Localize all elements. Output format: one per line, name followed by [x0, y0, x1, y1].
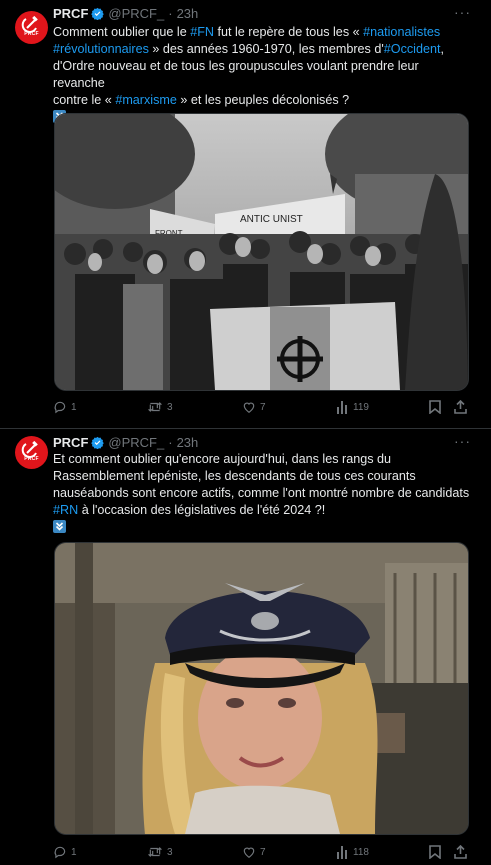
repost-button[interactable]: 3: [147, 843, 173, 861]
text-line: [53, 519, 473, 536]
text-line: nauséabonds sont encore actifs, comme l'…: [53, 486, 470, 500]
author-handle[interactable]: @PRCF_: [108, 435, 164, 450]
author-handle[interactable]: @PRCF_: [108, 6, 164, 21]
hammer-sickle-icon: [21, 440, 38, 458]
reply-icon: [54, 846, 66, 859]
hashtag-link[interactable]: #révolutionnaires: [53, 42, 149, 56]
tweet-actions: 1 3 7 118: [53, 843, 473, 861]
tweet-text: Et comment oublier qu'encore aujourd'hui…: [53, 451, 473, 536]
hashtag-link[interactable]: #FN: [190, 25, 214, 39]
tweet-text: Comment oublier que le #FN fut le repère…: [53, 24, 473, 126]
down-arrow-emoji-icon: [53, 520, 66, 533]
hashtag-link[interactable]: #nationalistes: [363, 25, 440, 39]
repost-icon: [148, 402, 162, 412]
text-line: Et comment oublier qu'encore aujourd'hui…: [53, 452, 392, 466]
views-count: 119: [353, 401, 369, 413]
reply-button[interactable]: 1: [53, 843, 77, 861]
protest-photo: FRONT ANTIC UNIST: [55, 114, 468, 390]
like-button[interactable]: 7: [242, 398, 266, 416]
hammer-sickle-icon: [21, 15, 38, 33]
text-line: contre le « #marxisme » et les peuples d…: [53, 93, 350, 107]
tweet-header: PRCF @PRCF_ · 23h: [53, 433, 198, 451]
like-icon: [243, 847, 255, 858]
like-count: 7: [260, 846, 266, 858]
avatar[interactable]: PRCF: [15, 11, 48, 44]
views-icon: [337, 845, 347, 859]
avatar[interactable]: PRCF: [15, 436, 48, 469]
text-line: #révolutionnaires » des années 1960-1970…: [53, 42, 444, 56]
tweet-media-photo[interactable]: [54, 542, 469, 835]
views-icon: [337, 400, 347, 414]
bookmark-icon: [429, 845, 441, 859]
repost-button[interactable]: 3: [147, 398, 173, 416]
views-button[interactable]: 118: [337, 843, 369, 861]
tweet[interactable]: PRCF PRCF @PRCF_ · 23h ··· Et comment ou…: [0, 429, 491, 865]
portrait-photo: [55, 543, 468, 834]
share-button[interactable]: [454, 398, 467, 416]
hashtag-link[interactable]: #Occident: [384, 42, 441, 56]
share-icon: [454, 400, 467, 414]
like-button[interactable]: 7: [242, 843, 266, 861]
bookmark-button[interactable]: [429, 398, 441, 416]
verified-badge-icon: [91, 436, 105, 449]
timestamp[interactable]: 23h: [177, 435, 199, 450]
separator-dot: ·: [168, 5, 173, 21]
text-line: Comment oublier que le #FN fut le repère…: [53, 25, 441, 39]
views-count: 118: [353, 846, 369, 858]
author-name[interactable]: PRCF: [53, 435, 88, 450]
sign-text: ANTIC UNIST: [240, 214, 303, 225]
hashtag-link[interactable]: #RN: [53, 503, 78, 517]
more-icon[interactable]: ···: [454, 433, 471, 449]
separator-dot: ·: [168, 434, 173, 450]
repost-count: 3: [167, 846, 173, 858]
avatar-label: PRCF: [24, 31, 39, 37]
more-icon[interactable]: ···: [454, 4, 471, 20]
hashtag-link[interactable]: #marxisme: [115, 93, 177, 107]
timestamp[interactable]: 23h: [177, 6, 199, 21]
text-line: d'Ordre nouveau et de tous les groupuscu…: [53, 59, 419, 90]
like-icon: [243, 402, 255, 413]
text-line: Rassemblement lepéniste, les descendants…: [53, 469, 416, 483]
tweet-actions: 1 3 7 119: [53, 398, 473, 416]
tweet-media-photo[interactable]: FRONT ANTIC UNIST: [54, 113, 469, 391]
reply-count: 1: [71, 401, 77, 413]
repost-count: 3: [167, 401, 173, 413]
repost-icon: [148, 847, 162, 857]
text-line: #RN à l'occasion des législatives de l'é…: [53, 503, 326, 517]
views-button[interactable]: 119: [337, 398, 369, 416]
reply-button[interactable]: 1: [53, 398, 77, 416]
share-icon: [454, 845, 467, 859]
verified-badge-icon: [91, 7, 105, 20]
tweet-header: PRCF @PRCF_ · 23h: [53, 4, 198, 22]
bookmark-button[interactable]: [429, 843, 441, 861]
like-count: 7: [260, 401, 266, 413]
reply-icon: [54, 401, 66, 414]
bookmark-icon: [429, 400, 441, 414]
author-name[interactable]: PRCF: [53, 6, 88, 21]
avatar-label: PRCF: [24, 456, 39, 462]
tweet[interactable]: PRCF PRCF @PRCF_ · 23h ··· Comment oubli…: [0, 0, 491, 428]
share-button[interactable]: [454, 843, 467, 861]
reply-count: 1: [71, 846, 77, 858]
